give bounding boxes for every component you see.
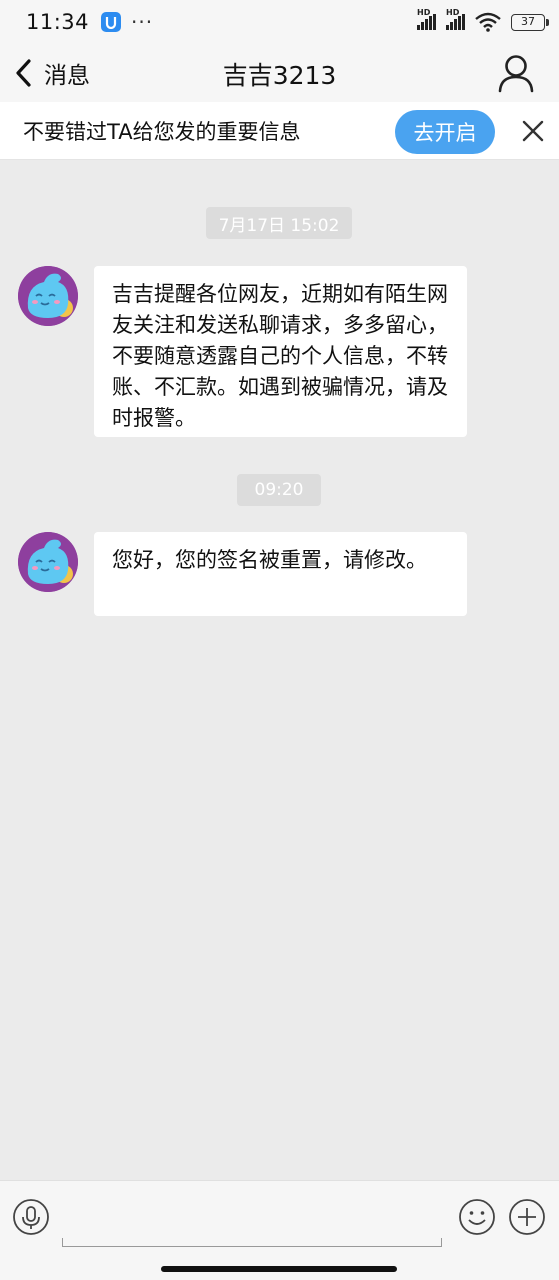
smiley-icon[interactable] <box>458 1198 496 1236</box>
close-icon[interactable] <box>520 118 546 144</box>
message-timestamp: 7月17日 15:02 <box>206 207 352 239</box>
input-bar <box>0 1180 559 1280</box>
avatar[interactable] <box>18 266 78 326</box>
app-notification-icon <box>101 12 122 32</box>
wifi-icon <box>475 12 501 32</box>
status-more-indicator: ··· <box>131 10 154 34</box>
microphone-icon[interactable] <box>12 1198 50 1236</box>
message-timestamp: 09:20 <box>237 474 321 506</box>
chat-header: 消息 吉吉3213 <box>0 44 559 102</box>
enable-notifications-button[interactable]: 去开启 <box>395 110 495 154</box>
signal-icon: HD <box>446 8 465 30</box>
signal-icon: HD <box>417 8 436 30</box>
mascot-avatar-icon <box>18 266 78 326</box>
person-icon[interactable] <box>497 53 535 93</box>
message-bubble[interactable]: 您好，您的签名被重置，请修改。 <box>94 532 467 616</box>
status-bar: 11:34 ··· HD HD 37 <box>0 0 559 44</box>
plus-icon[interactable] <box>508 1198 546 1236</box>
back-button[interactable]: 消息 <box>14 54 90 92</box>
message-bubble[interactable]: 吉吉提醒各位网友，近期如有陌生网友关注和发送私聊请求，多多留心，不要随意透露自己… <box>94 266 467 437</box>
home-indicator[interactable] <box>161 1266 397 1272</box>
notification-banner: 不要错过TA给您发的重要信息 去开启 <box>0 102 559 160</box>
status-indicators: HD HD 37 <box>417 8 549 32</box>
back-chevron-icon <box>16 59 31 87</box>
message-input[interactable] <box>62 1195 442 1247</box>
status-time: 11:34 <box>26 10 90 34</box>
chat-screen: 11:34 ··· HD HD 37 消息 吉吉3213 不要错过TA给您发的重… <box>0 0 559 1280</box>
banner-text: 不要错过TA给您发的重要信息 <box>23 119 301 144</box>
mascot-avatar-icon <box>18 532 78 592</box>
avatar[interactable] <box>18 532 78 592</box>
back-label: 消息 <box>44 63 90 89</box>
battery-icon: 37 <box>511 13 549 31</box>
